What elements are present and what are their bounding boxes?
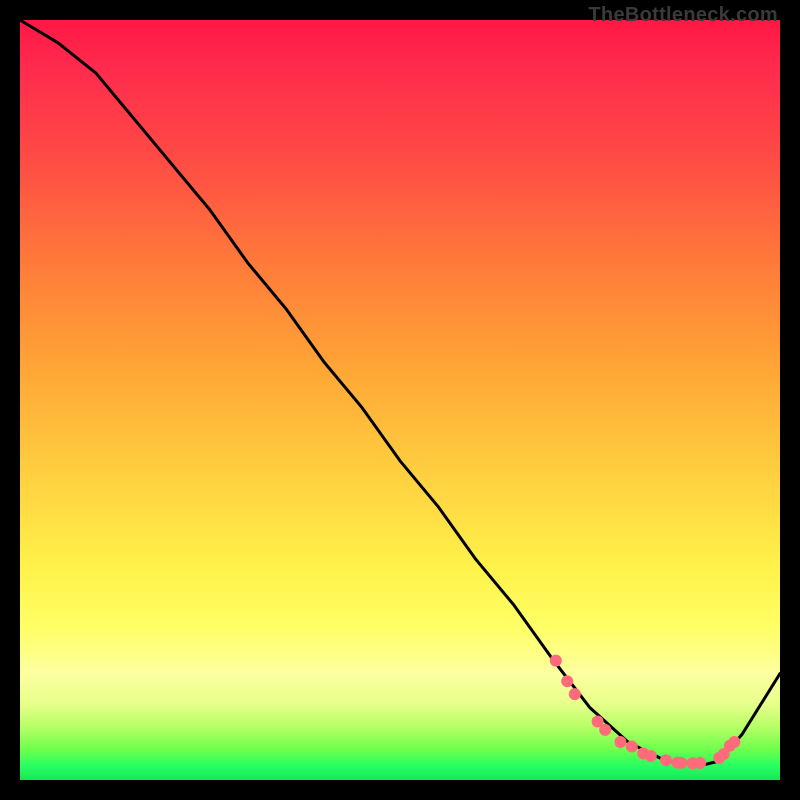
plot-area <box>20 20 780 780</box>
curve-markers <box>550 655 741 770</box>
marker-dot <box>645 750 657 762</box>
marker-dot <box>599 724 611 736</box>
marker-dot <box>694 757 706 769</box>
marker-dot <box>550 655 562 667</box>
marker-dot <box>660 754 672 766</box>
marker-dot <box>614 736 626 748</box>
watermark-text: TheBottleneck.com <box>588 4 778 27</box>
marker-dot <box>675 757 687 769</box>
marker-dot <box>561 675 573 687</box>
chart-frame: TheBottleneck.com <box>0 0 800 800</box>
marker-dot <box>569 688 581 700</box>
marker-dot <box>626 741 638 753</box>
chart-svg <box>20 20 780 780</box>
bottleneck-curve <box>20 20 780 765</box>
marker-dot <box>728 736 740 748</box>
